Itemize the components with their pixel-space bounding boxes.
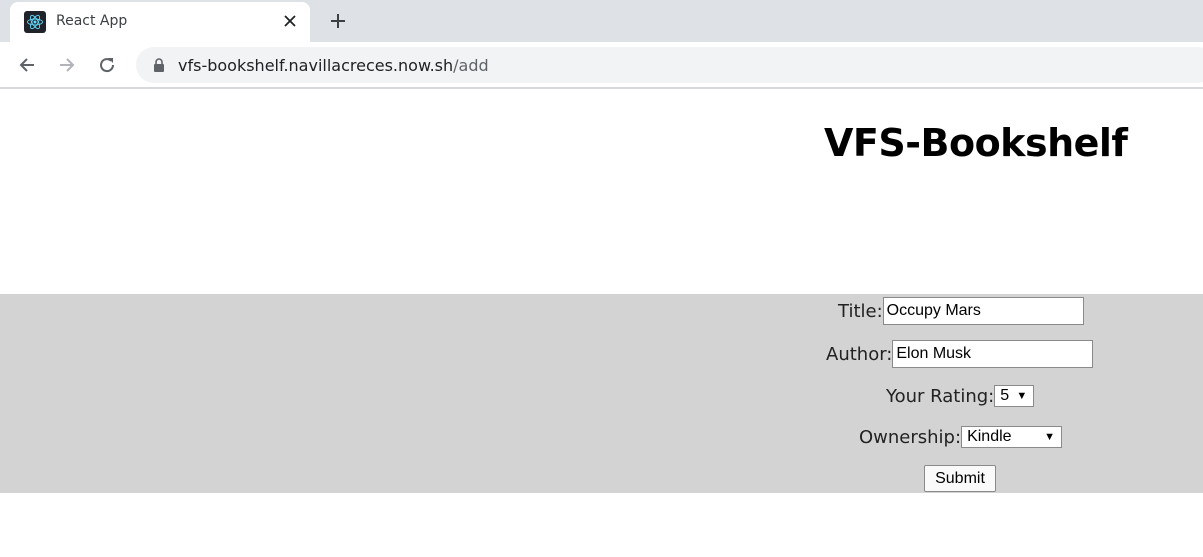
browser-toolbar: vfs-bookshelf.navillacreces.now.sh/add [0,42,1203,88]
author-label: Author: [826,343,893,365]
title-input[interactable]: Occupy Mars [882,297,1084,325]
reload-icon[interactable] [95,53,119,77]
ownership-label: Ownership: [859,426,962,448]
address-bar[interactable]: vfs-bookshelf.navillacreces.now.sh/add [136,47,1203,83]
close-icon[interactable] [280,11,300,31]
dropdown-arrow-icon: ▼ [1016,390,1028,402]
submit-button[interactable]: Submit [924,465,996,492]
rating-select[interactable]: 5 ▼ [994,385,1035,407]
title-row: Title: Occupy Mars [838,297,1084,325]
forward-arrow-icon[interactable] [55,53,79,77]
rating-label: Your Rating: [886,385,995,407]
dropdown-arrow-icon: ▼ [1044,431,1056,443]
url-path: /add [453,56,489,75]
back-arrow-icon[interactable] [15,53,39,77]
url-text: vfs-bookshelf.navillacreces.now.sh/add [178,56,489,75]
rating-value: 5 [1000,387,1010,404]
ownership-value: Kindle [967,428,1012,445]
browser-tab[interactable]: React App [10,2,310,42]
title-label: Title: [838,300,883,322]
author-row: Author: Elon Musk [826,340,1094,368]
ownership-select[interactable]: Kindle ▼ [961,426,1063,448]
url-host: vfs-bookshelf.navillacreces.now.sh [178,56,454,75]
react-logo-icon [24,11,46,33]
author-input[interactable]: Elon Musk [892,340,1094,368]
tab-title: React App [56,13,128,29]
browser-tab-strip: React App [0,0,1203,42]
ownership-row: Ownership: Kindle ▼ [859,426,1063,448]
chrome-divider [0,87,1203,89]
page-title: VFS-Bookshelf [824,121,1128,165]
rating-row: Your Rating: 5 ▼ [886,385,1035,407]
new-tab-icon[interactable] [326,9,350,33]
lock-icon [152,58,166,72]
